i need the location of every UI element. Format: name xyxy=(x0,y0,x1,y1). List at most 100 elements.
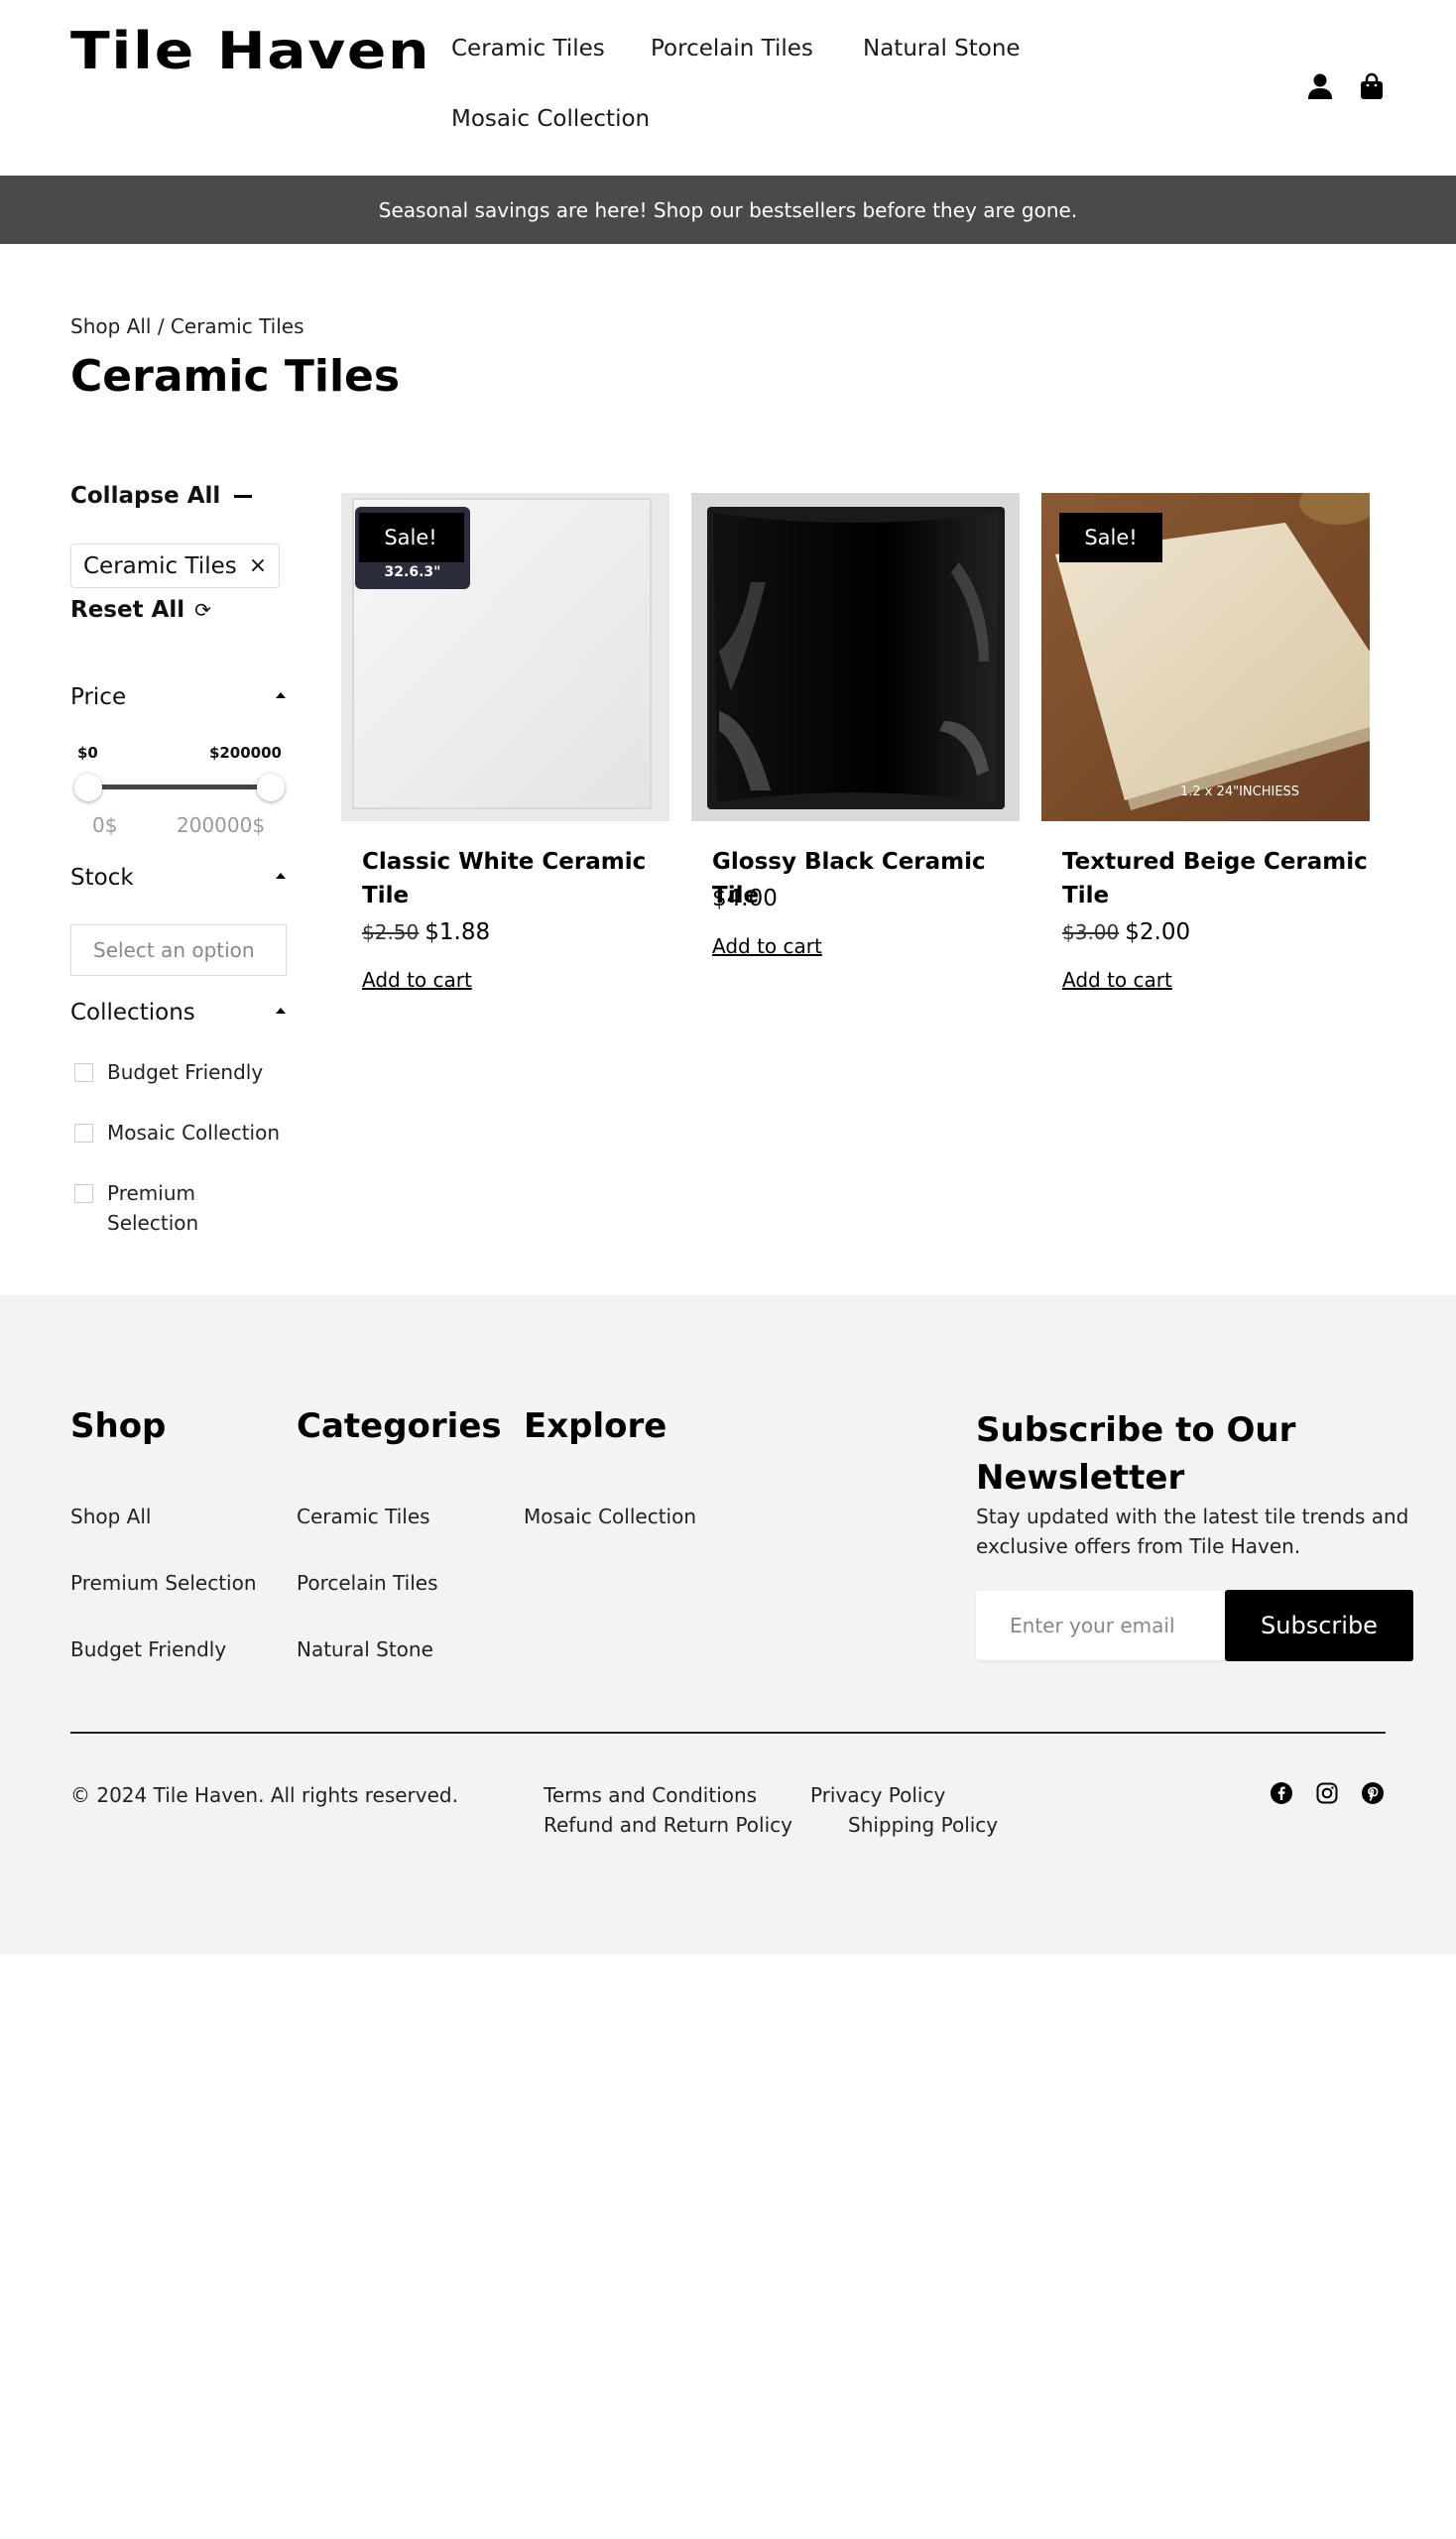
footer-link[interactable]: Porcelain Tiles xyxy=(297,1571,438,1595)
subscribe-button[interactable]: Subscribe xyxy=(1225,1590,1413,1661)
add-to-cart-button[interactable]: Add to cart xyxy=(1062,968,1172,992)
stock-select-placeholder: Select an option xyxy=(93,938,255,962)
checkbox[interactable] xyxy=(74,1063,93,1082)
product-card: Sale! 1.2 x 24"INCHIESS Textured Beige C… xyxy=(1041,493,1370,992)
newsletter-section: Subscribe to Our Newsletter Stay updated… xyxy=(976,1406,1412,1561)
footer-column-categories: Categories Ceramic Tiles Porcelain Tiles… xyxy=(297,1406,502,1661)
product-price-value: $4.00 xyxy=(712,886,778,911)
collapse-all-button[interactable]: Collapse All xyxy=(70,483,253,509)
header-icons xyxy=(1305,71,1387,101)
breadcrumb-shop-all[interactable]: Shop All xyxy=(70,314,151,338)
nav-link-ceramic-tiles[interactable]: Ceramic Tiles xyxy=(451,36,605,61)
facet-collections-title: Collections xyxy=(70,1000,195,1026)
facet-price-title: Price xyxy=(70,684,127,710)
chevron-up-icon xyxy=(276,692,286,698)
social-links xyxy=(1270,1781,1385,1805)
checkbox[interactable] xyxy=(74,1124,93,1143)
footer-column-title: Categories xyxy=(297,1406,502,1446)
add-to-cart-button[interactable]: Add to cart xyxy=(712,934,822,958)
product-image[interactable]: Sale! 1.2 x 24"INCHIESS xyxy=(1041,493,1370,821)
breadcrumb-current: Ceramic Tiles xyxy=(170,314,304,338)
facet-price-toggle[interactable]: Price xyxy=(70,684,286,710)
price-min-label: $0 xyxy=(77,744,98,762)
footer-link[interactable]: Budget Friendly xyxy=(70,1637,226,1661)
legal-link-refund[interactable]: Refund and Return Policy xyxy=(544,1813,792,1837)
newsletter-title: Subscribe to Our Newsletter xyxy=(976,1410,1296,1498)
account-icon[interactable] xyxy=(1305,71,1335,101)
product-name[interactable]: Classic White Ceramic Tile xyxy=(362,845,669,912)
image-caption: 1.2 x 24"INCHIESS xyxy=(1179,785,1300,799)
product-card: Sale! 32.6.3" Classic White Ceramic Tile… xyxy=(341,493,669,992)
product-price: $3.00 $2.00 xyxy=(1062,919,1190,945)
facet-stock-toggle[interactable]: Stock xyxy=(70,865,286,891)
price-slider-track xyxy=(84,785,275,789)
add-to-cart-button[interactable]: Add to cart xyxy=(362,968,472,992)
footer-link[interactable]: Premium Selection xyxy=(70,1571,257,1595)
site-footer: Shop Shop All Premium Selection Budget F… xyxy=(0,1295,1456,1955)
copyright-text: © 2024 Tile Haven. All rights reserved. xyxy=(70,1783,458,1807)
facet-collections-toggle[interactable]: Collections xyxy=(70,1000,286,1026)
collection-option-mosaic-collection[interactable]: Mosaic Collection xyxy=(70,1118,280,1148)
close-icon[interactable]: × xyxy=(249,553,267,578)
footer-link[interactable]: Natural Stone xyxy=(297,1637,433,1661)
stock-select[interactable]: Select an option xyxy=(70,924,287,976)
legal-link-shipping[interactable]: Shipping Policy xyxy=(848,1813,998,1837)
price-max-label: $200000 xyxy=(208,744,282,762)
newsletter-text: Stay updated with the latest tile trends… xyxy=(976,1505,1409,1558)
price-slider-min-handle[interactable] xyxy=(74,774,102,801)
footer-column-shop: Shop Shop All Premium Selection Budget F… xyxy=(70,1406,257,1661)
footer-column-explore: Explore Mosaic Collection xyxy=(524,1406,696,1528)
chevron-up-icon xyxy=(276,1008,286,1014)
price-range-slider[interactable] xyxy=(70,772,289,801)
nav-link-natural-stone[interactable]: Natural Stone xyxy=(863,36,1021,61)
refresh-icon: ⟳ xyxy=(194,598,211,622)
site-header: Tile Haven Ceramic Tiles Porcelain Tiles… xyxy=(0,0,1456,175)
product-price: $2.50 $1.88 xyxy=(362,919,490,945)
product-old-price: $3.00 xyxy=(1062,920,1120,944)
price-max-input[interactable]: 200000$ xyxy=(177,813,265,837)
footer-link[interactable]: Shop All xyxy=(70,1505,151,1528)
price-slider-max-handle[interactable] xyxy=(257,774,285,801)
nav-link-porcelain-tiles[interactable]: Porcelain Tiles xyxy=(651,36,813,61)
product-image[interactable] xyxy=(691,493,1020,821)
product-card: Glossy Black Ceramic Tile $4.00 Add to c… xyxy=(691,493,1020,958)
email-input[interactable]: Enter your email xyxy=(976,1591,1226,1660)
collection-option-premium-selection[interactable]: Premium Selection xyxy=(70,1178,289,1238)
price-min-input[interactable]: 0$ xyxy=(92,813,117,837)
site-logo[interactable]: Tile Haven xyxy=(70,22,430,81)
product-sale-price: $1.88 xyxy=(425,919,491,945)
promo-banner-text: Seasonal savings are here! Shop our best… xyxy=(378,197,1078,222)
product-name[interactable]: Textured Beige Ceramic Tile xyxy=(1062,845,1370,912)
legal-link-terms[interactable]: Terms and Conditions xyxy=(544,1783,757,1807)
page-title: Ceramic Tiles xyxy=(70,351,401,402)
footer-link[interactable]: Ceramic Tiles xyxy=(297,1505,430,1528)
image-caption: 32.6.3" xyxy=(384,564,441,580)
active-filter-chip[interactable]: Ceramic Tiles × xyxy=(70,544,281,588)
collection-option-label: Premium Selection xyxy=(107,1181,199,1235)
active-filter-label: Ceramic Tiles xyxy=(83,552,237,579)
breadcrumb: Shop All / Ceramic Tiles xyxy=(70,314,304,338)
chevron-up-icon xyxy=(276,873,286,879)
instagram-icon[interactable] xyxy=(1315,1781,1339,1805)
facet-stock-title: Stock xyxy=(70,865,134,891)
footer-link[interactable]: Mosaic Collection xyxy=(524,1505,696,1528)
product-price: $4.00 xyxy=(712,886,778,911)
email-input-placeholder: Enter your email xyxy=(1010,1614,1175,1637)
nav-link-mosaic-collection[interactable]: Mosaic Collection xyxy=(451,106,650,132)
collection-option-label: Mosaic Collection xyxy=(107,1121,281,1145)
product-image[interactable]: Sale! 32.6.3" xyxy=(341,493,669,821)
facebook-icon[interactable] xyxy=(1270,1781,1293,1805)
reset-all-label: Reset All xyxy=(70,597,185,623)
pinterest-icon[interactable] xyxy=(1361,1781,1385,1805)
checkbox[interactable] xyxy=(74,1184,93,1203)
footer-column-title: Shop xyxy=(70,1406,167,1446)
reset-all-button[interactable]: Reset All ⟳ xyxy=(70,597,211,623)
product-sale-price: $2.00 xyxy=(1125,919,1191,945)
collapse-all-label: Collapse All xyxy=(70,483,221,509)
collection-option-label: Budget Friendly xyxy=(107,1060,264,1084)
sale-badge: Sale! xyxy=(1059,513,1162,562)
legal-link-privacy[interactable]: Privacy Policy xyxy=(810,1783,945,1807)
sale-badge: Sale! xyxy=(359,513,462,562)
shopping-bag-icon[interactable] xyxy=(1357,71,1387,101)
collection-option-budget-friendly[interactable]: Budget Friendly xyxy=(70,1057,263,1087)
